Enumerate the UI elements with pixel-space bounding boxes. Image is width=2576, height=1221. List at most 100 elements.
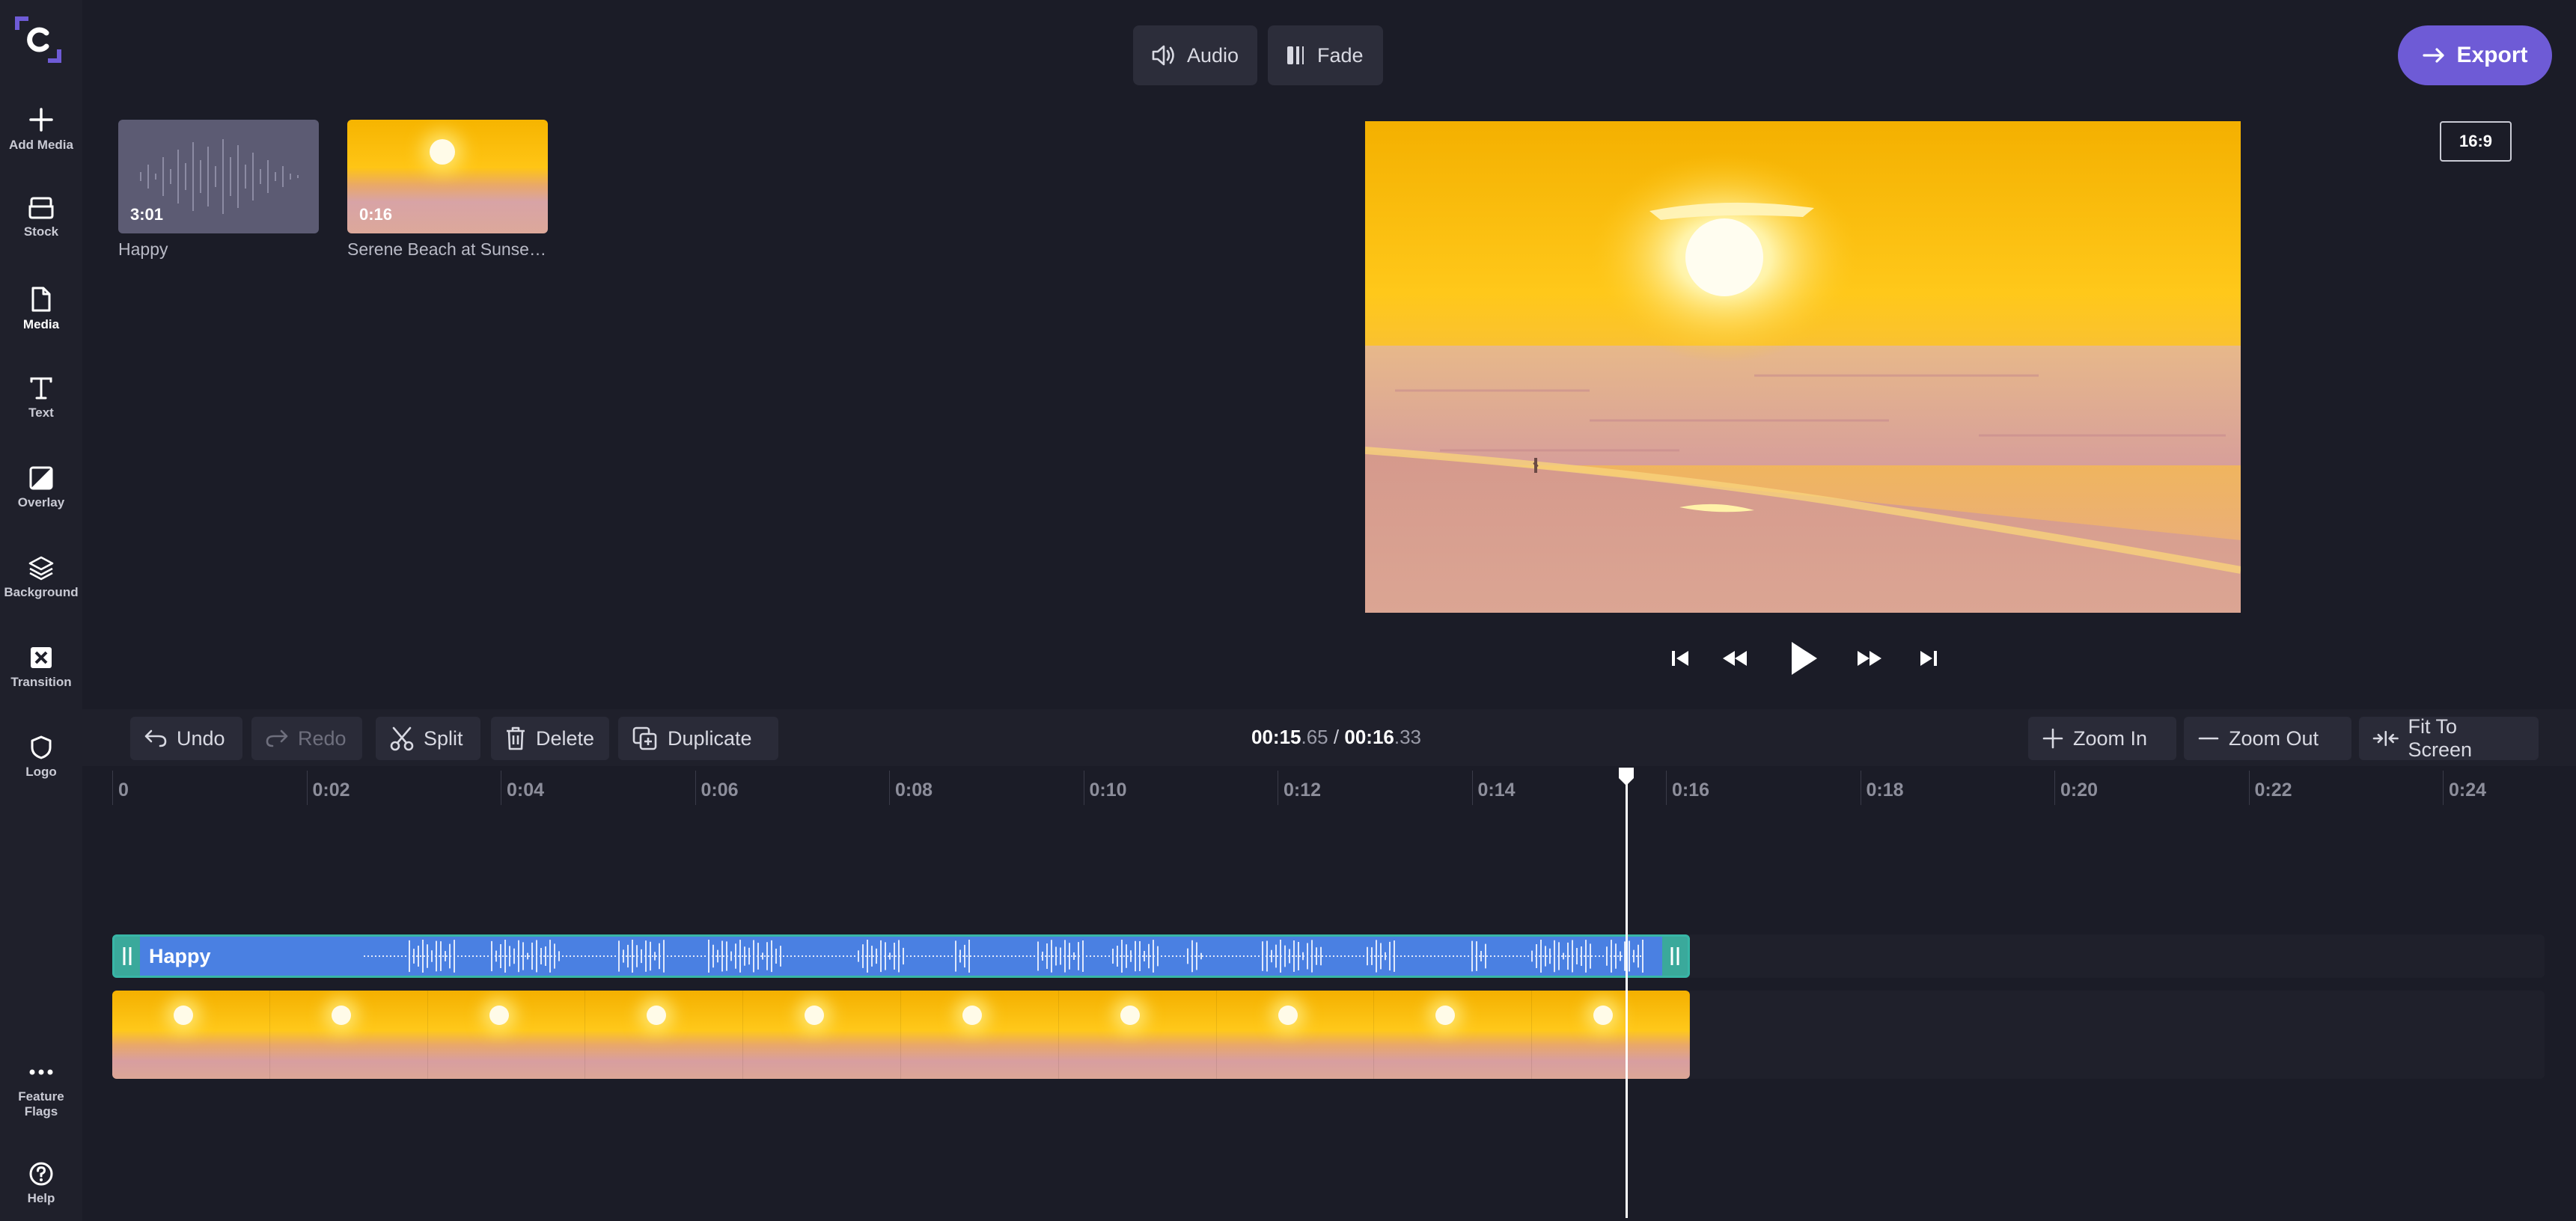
speaker-icon xyxy=(1152,45,1174,66)
sidebar: Add Media Stock Media Text Overlay Backg… xyxy=(0,0,82,1221)
fit-screen-icon xyxy=(2372,730,2399,747)
sidebar-item-label: Transition xyxy=(10,675,72,689)
sidebar-item-feature-flags[interactable]: Feature Flags xyxy=(0,1068,82,1119)
sidebar-item-text[interactable]: Text xyxy=(0,376,82,420)
app-logo-icon[interactable] xyxy=(12,13,64,66)
sidebar-item-help[interactable]: Help xyxy=(0,1161,82,1206)
sidebar-item-label: Overlay xyxy=(17,495,65,509)
arrow-right-icon xyxy=(2423,48,2445,63)
sidebar-item-overlay[interactable]: Overlay xyxy=(0,465,82,510)
sun-graphic xyxy=(962,1006,982,1025)
zoom-in-button[interactable]: Zoom In xyxy=(2028,717,2176,760)
shield-icon xyxy=(31,735,52,759)
ruler-tick-line xyxy=(889,771,890,805)
media-item-video[interactable]: 0:16 Serene Beach at Sunset ... xyxy=(347,120,548,260)
current-time-fraction: .65 xyxy=(1301,726,1328,748)
timeline-ruler[interactable] xyxy=(82,768,2576,808)
sun-graphic xyxy=(1120,1006,1140,1025)
undo-button[interactable]: Undo xyxy=(130,717,242,760)
timecode-separator: / xyxy=(1333,726,1340,748)
grip-icon xyxy=(1670,947,1679,965)
split-label: Split xyxy=(424,726,463,750)
audio-clip-right-handle[interactable] xyxy=(1662,937,1688,976)
undo-icon xyxy=(144,729,167,747)
sidebar-item-label: Media xyxy=(22,317,60,331)
undo-label: Undo xyxy=(177,726,225,750)
skip-to-start-icon[interactable] xyxy=(1670,642,1690,675)
video-thumbnail: 0:16 xyxy=(347,120,548,233)
skip-to-end-icon[interactable] xyxy=(1919,642,1938,675)
redo-label: Redo xyxy=(298,726,347,750)
sun-graphic xyxy=(1435,1006,1456,1025)
ruler-tick-label: 0:06 xyxy=(701,780,739,801)
video-filmstrip xyxy=(112,991,1690,1079)
audio-clip-left-handle[interactable] xyxy=(115,937,140,976)
filmstrip-frame xyxy=(1532,991,1690,1079)
ruler-tick-label: 0:02 xyxy=(312,780,350,801)
sidebar-item-stock[interactable]: Stock xyxy=(0,196,82,239)
sidebar-item-label: Feature Flags xyxy=(18,1089,64,1119)
sidebar-item-label: Help xyxy=(27,1191,55,1205)
text-icon xyxy=(30,377,52,400)
ruler-tick-line xyxy=(2054,771,2055,805)
total-time: 00:16 xyxy=(1344,726,1394,748)
sidebar-item-add-media[interactable]: Add Media xyxy=(0,106,82,153)
filmstrip-frame xyxy=(1216,991,1375,1079)
zoom-in-label: Zoom In xyxy=(2073,726,2148,750)
ruler-tick-line xyxy=(1666,771,1667,805)
filmstrip-frame xyxy=(1058,991,1217,1079)
zoom-out-button[interactable]: Zoom Out xyxy=(2184,717,2351,760)
play-icon[interactable] xyxy=(1789,637,1820,679)
minus-icon xyxy=(2198,737,2219,740)
audio-waveform xyxy=(364,940,1643,973)
sun-graphic xyxy=(489,1006,509,1025)
ruler-tick-label: 0:14 xyxy=(1477,780,1516,801)
layers-icon xyxy=(28,556,54,581)
fit-to-screen-button[interactable]: Fit To Screen xyxy=(2359,715,2539,761)
filmstrip-frame xyxy=(743,991,901,1079)
help-icon xyxy=(29,1162,53,1186)
ruler-tick-label: 0:12 xyxy=(1284,780,1322,801)
sidebar-item-logo[interactable]: Logo xyxy=(0,735,82,780)
rewind-icon[interactable] xyxy=(1721,642,1748,675)
media-item-audio[interactable]: 3:01 Happy xyxy=(118,120,319,260)
export-button[interactable]: Export xyxy=(2398,25,2552,85)
ruler-tick-label: 0 xyxy=(118,780,129,801)
aspect-ratio-button[interactable]: 16:9 xyxy=(2440,121,2512,162)
ruler-tick-label: 0:10 xyxy=(1089,780,1127,801)
export-button-label: Export xyxy=(2456,43,2528,67)
ruler-tick-label: 0:22 xyxy=(2254,780,2292,801)
total-time-fraction: .33 xyxy=(1394,726,1422,748)
video-preview[interactable] xyxy=(1365,121,2241,613)
ruler-tick-label: 0:04 xyxy=(507,780,545,801)
sun-graphic xyxy=(1593,1006,1614,1025)
grip-icon xyxy=(123,947,132,965)
filmstrip-frame xyxy=(269,991,428,1079)
split-button[interactable]: Split xyxy=(376,717,480,760)
audio-button[interactable]: Audio xyxy=(1133,25,1257,85)
filmstrip-frame xyxy=(1374,991,1533,1079)
sidebar-item-transition[interactable]: Transition xyxy=(0,645,82,690)
filmstrip-frame xyxy=(585,991,744,1079)
ruler-tick-line xyxy=(1471,771,1473,805)
audio-clip[interactable]: Happy xyxy=(112,934,1690,978)
redo-button[interactable]: Redo xyxy=(251,717,362,760)
ruler-tick-line xyxy=(2248,771,2250,805)
fast-forward-icon[interactable] xyxy=(1856,642,1883,675)
playhead[interactable] xyxy=(1626,769,1628,1218)
sidebar-item-label: Logo xyxy=(25,765,57,779)
scissors-icon xyxy=(390,726,414,751)
sidebar-item-media[interactable]: Media xyxy=(0,286,82,332)
audio-button-label: Audio xyxy=(1187,43,1239,67)
sidebar-item-label: Add Media xyxy=(9,138,73,152)
zoom-out-label: Zoom Out xyxy=(2229,726,2319,750)
plus-icon xyxy=(2042,728,2063,749)
media-duration: 3:01 xyxy=(130,205,164,224)
sidebar-item-background[interactable]: Background xyxy=(0,555,82,600)
fade-button[interactable]: Fade xyxy=(1268,25,1383,85)
delete-button[interactable]: Delete xyxy=(491,717,609,760)
video-clip[interactable] xyxy=(112,991,1690,1079)
duplicate-button[interactable]: Duplicate xyxy=(618,717,778,760)
current-time: 00:15 xyxy=(1251,726,1301,748)
sidebar-item-label: Background xyxy=(4,585,79,599)
